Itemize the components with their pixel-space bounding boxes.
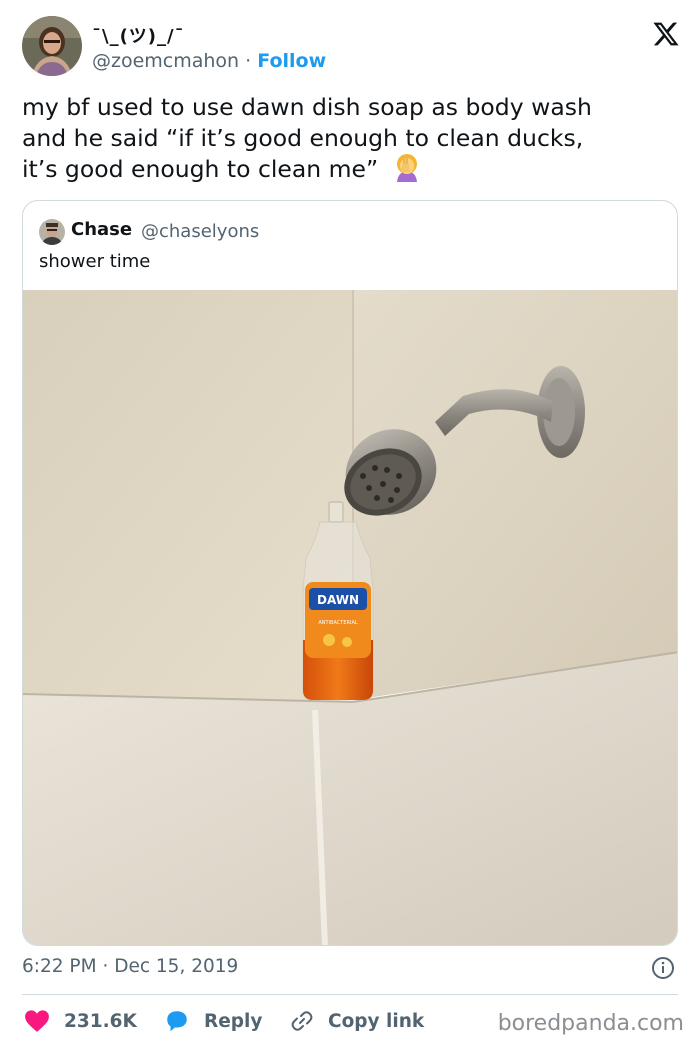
tweet-line: it’s good enough to clean me” — [22, 154, 682, 185]
info-icon[interactable] — [651, 956, 675, 980]
author-handle[interactable]: @zoemcmahon — [92, 50, 239, 72]
quoted-tweet-text: shower time — [39, 251, 151, 272]
heart-icon — [25, 1010, 49, 1032]
link-icon — [291, 1011, 313, 1031]
tweet-line: my bf used to use dawn dish soap as body… — [22, 93, 592, 121]
x-logo-icon[interactable] — [652, 20, 680, 48]
site-watermark: boredpanda.com — [497, 1011, 684, 1036]
like-button[interactable]: 231.6K — [24, 1006, 137, 1036]
facepalm-emoji-icon — [396, 154, 417, 182]
tweet-line-text: it’s good enough to clean me” — [22, 155, 379, 183]
author-avatar[interactable] — [22, 16, 82, 76]
copy-link-button[interactable]: Copy link — [290, 1006, 424, 1036]
divider — [22, 994, 678, 995]
tweet-text: my bf used to use dawn dish soap as body… — [22, 92, 682, 185]
reply-button[interactable]: Reply — [164, 1006, 262, 1036]
quoted-tweet-card[interactable]: Chase @chaselyons shower time DAWN ANTIB… — [22, 200, 678, 946]
bottle-subtext: ANTIBACTERIAL — [318, 620, 358, 626]
author-handle-row: @zoemcmahon · Follow — [92, 50, 326, 72]
tweet-date[interactable]: Dec 15, 2019 — [114, 956, 238, 977]
quoted-author-avatar[interactable] — [39, 219, 65, 245]
copy-link-label: Copy link — [328, 1010, 425, 1032]
shower-photo[interactable]: DAWN ANTIBACTERIAL — [23, 290, 677, 945]
tweet-line: and he said “if it’s good enough to clea… — [22, 124, 584, 152]
author-display-name[interactable]: ¯\_(ツ)_/¯ — [92, 22, 185, 48]
bottle-brand-text: DAWN — [317, 593, 359, 607]
tweet-meta: 6:22 PM · Dec 15, 2019 — [22, 956, 238, 977]
reply-bubble-icon — [167, 1011, 187, 1032]
tweet-time[interactable]: 6:22 PM — [22, 956, 97, 977]
quoted-author-name[interactable]: Chase — [71, 219, 132, 240]
separator-dot: · — [102, 956, 109, 977]
quoted-author-handle[interactable]: @chaselyons — [141, 221, 259, 242]
separator-dot: · — [245, 50, 252, 72]
reply-label: Reply — [204, 1010, 263, 1032]
tweet-header: ¯\_(ツ)_/¯ @zoemcmahon · Follow — [22, 16, 682, 78]
like-count: 231.6K — [64, 1010, 137, 1032]
follow-button[interactable]: Follow — [257, 50, 326, 72]
